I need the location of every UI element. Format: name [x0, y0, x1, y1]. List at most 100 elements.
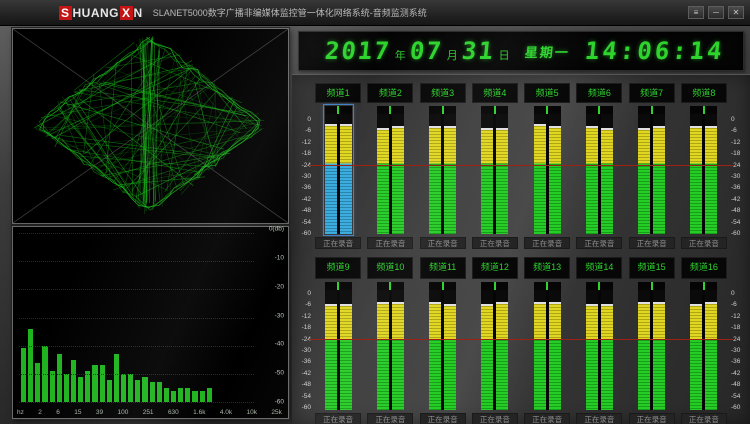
- db-scale-tick: 0: [294, 117, 311, 123]
- level-meter[interactable]: [689, 281, 718, 411]
- stereo-bars: [377, 290, 404, 410]
- main-content: 0(db)-10-20-30-40-50-60 hz26153910025163…: [0, 26, 750, 424]
- channel-频道12[interactable]: 频道12正在录音: [471, 249, 519, 424]
- peak-strip: [690, 106, 717, 114]
- db-scale-tick: -60: [731, 405, 748, 411]
- level-meter[interactable]: [689, 105, 718, 235]
- spectrum-bar: [107, 380, 112, 402]
- spectrum-x-tick: 100: [117, 409, 128, 416]
- spectrum-x-tick: 10k: [247, 409, 257, 416]
- spectrum-bar: [192, 391, 197, 402]
- db-scale-tick: -12: [731, 140, 748, 146]
- minimize-icon[interactable]: ─: [708, 6, 724, 19]
- level-meter[interactable]: [376, 281, 405, 411]
- level-fill: [653, 302, 665, 410]
- channel-频道16[interactable]: 频道16正在录音: [680, 249, 728, 424]
- close-icon[interactable]: ✕: [728, 6, 744, 19]
- peak-indicator: [546, 282, 548, 290]
- channel-频道11[interactable]: 频道11正在录音: [419, 249, 467, 424]
- peak-indicator: [703, 282, 705, 290]
- bar-right: [601, 114, 613, 234]
- app-window: SHUANGXN SLANET5000数字广播非编媒体监控管一体化网络系统-音频…: [0, 0, 750, 424]
- db-scale-tick: -6: [294, 302, 311, 308]
- channels-group: 频道1正在录音频道2正在录音频道3正在录音频道4正在录音频道5正在录音频道6正在…: [312, 75, 730, 249]
- level-fill: [444, 304, 456, 410]
- spectrum-x-tick: hz: [17, 409, 24, 416]
- channel-频道4[interactable]: 频道4正在录音: [471, 75, 519, 249]
- bar-left: [638, 114, 650, 234]
- channel-频道1[interactable]: 频道1正在录音: [314, 75, 362, 249]
- db-scale-tick: -60: [731, 231, 748, 237]
- menu-icon[interactable]: ≡: [688, 6, 704, 19]
- level-meter[interactable]: [480, 105, 509, 235]
- level-fill: [549, 126, 561, 234]
- spectrum-y-tick: -60: [275, 399, 284, 406]
- level-fill: [429, 126, 441, 234]
- level-meter[interactable]: [376, 105, 405, 235]
- spectrum-x-tick: 39: [96, 409, 103, 416]
- level-fill: [653, 126, 665, 234]
- meters-panel: 0-6-12-18-24-30-36-42-48-54-60 0 -6 -12 -18 -…: [292, 74, 750, 424]
- db-scale-tick: 0: [731, 291, 748, 297]
- channel-频道15[interactable]: 频道15正在录音: [628, 249, 676, 424]
- stereo-bars: [429, 114, 456, 234]
- spectrum-x-tick: 15: [74, 409, 81, 416]
- level-meter[interactable]: [533, 281, 562, 411]
- threshold-line: [309, 339, 733, 340]
- spectrum-y-tick: -10: [275, 254, 284, 261]
- peak-strip: [377, 106, 404, 114]
- spectrum-bar: [135, 380, 140, 402]
- stereo-bars: [690, 290, 717, 410]
- level-meter[interactable]: [533, 105, 562, 235]
- bar-left: [377, 290, 389, 410]
- channel-频道2[interactable]: 频道2正在录音: [366, 75, 414, 249]
- level-meter[interactable]: [585, 105, 614, 235]
- level-fill: [690, 304, 702, 410]
- db-scale-tick: -24: [731, 337, 748, 343]
- peak-strip: [690, 282, 717, 290]
- date-display: 2017 年 07 月 31 日: [325, 37, 510, 65]
- db-scale-left: 0-6-12-18-24-30-36-42-48-54-60: [294, 291, 311, 411]
- spectrum-bar: [85, 371, 90, 402]
- spectrum-y-tick: 0(db): [269, 226, 284, 233]
- peak-indicator: [389, 282, 391, 290]
- channel-频道6[interactable]: 频道6正在录音: [575, 75, 623, 249]
- db-scale-tick: -18: [731, 325, 748, 331]
- level-meter[interactable]: [585, 281, 614, 411]
- level-meter[interactable]: [324, 105, 353, 235]
- bar-right: [496, 290, 508, 410]
- recording-status: 正在录音: [315, 237, 361, 249]
- channel-频道8[interactable]: 频道8正在录音: [680, 75, 728, 249]
- db-scale-right: 0-6-12-18-24-30-36-42-48-54-60: [731, 291, 748, 411]
- channel-频道7[interactable]: 频道7正在录音: [628, 75, 676, 249]
- spectrum-bar: [121, 374, 126, 402]
- peak-strip: [481, 106, 508, 114]
- channel-频道3[interactable]: 频道3正在录音: [419, 75, 467, 249]
- channel-label: 频道6: [576, 83, 622, 103]
- spectrum-bar: [171, 391, 176, 402]
- channel-频道10[interactable]: 频道10正在录音: [366, 249, 414, 424]
- peak-strip: [534, 282, 561, 290]
- db-scale-tick: -60: [294, 231, 311, 237]
- db-scale-tick: -42: [294, 197, 311, 203]
- channel-label: 频道3: [420, 83, 466, 103]
- channel-频道13[interactable]: 频道13正在录音: [523, 249, 571, 424]
- channel-频道5[interactable]: 频道5正在录音: [523, 75, 571, 249]
- db-scale-tick: -48: [294, 382, 311, 388]
- level-fill: [601, 128, 613, 234]
- peak-indicator: [494, 282, 496, 290]
- level-meter[interactable]: [637, 281, 666, 411]
- level-meter[interactable]: [324, 281, 353, 411]
- peak-indicator: [546, 106, 548, 114]
- spectrum-x-tick: 6: [56, 409, 60, 416]
- channel-频道9[interactable]: 频道9正在录音: [314, 249, 362, 424]
- level-meter[interactable]: [428, 281, 457, 411]
- level-meter[interactable]: [428, 105, 457, 235]
- level-fill: [392, 302, 404, 410]
- recording-status: 正在录音: [472, 413, 518, 424]
- peak-indicator: [337, 282, 339, 290]
- level-meter[interactable]: [637, 105, 666, 235]
- level-meter[interactable]: [480, 281, 509, 411]
- channel-频道14[interactable]: 频道14正在录音: [575, 249, 623, 424]
- peak-indicator: [703, 106, 705, 114]
